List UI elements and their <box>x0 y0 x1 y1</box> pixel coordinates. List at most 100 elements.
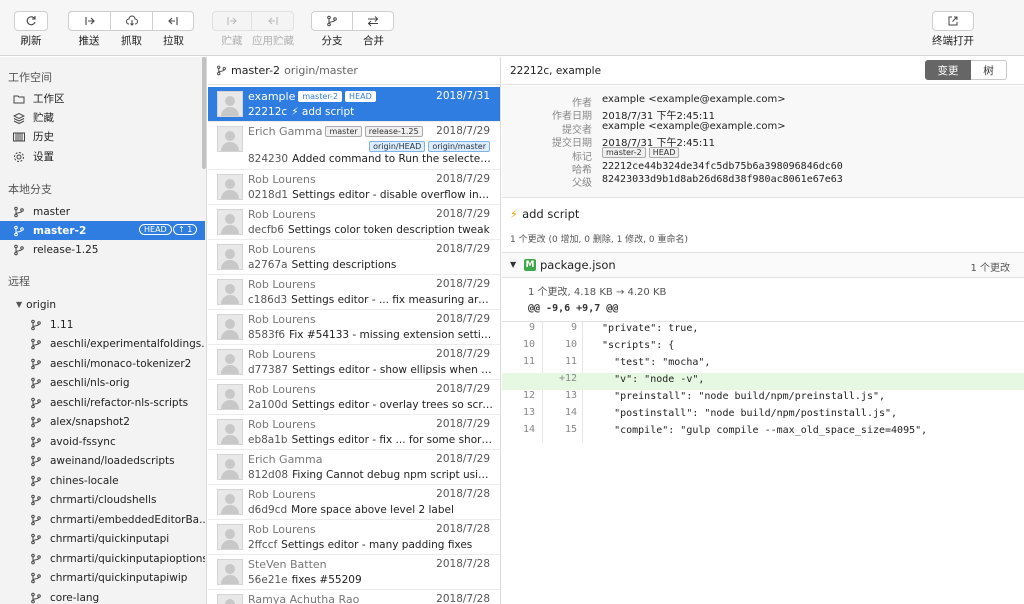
commit-row[interactable]: SteVen Batten 2018/7/28 56e21e fixes #55209 <box>208 555 500 590</box>
commit-date: 2018/7/29 <box>436 418 490 430</box>
tab-changes[interactable]: 变更 <box>925 60 971 80</box>
code-text: "preinstall": "node build/npm/preinstall… <box>590 391 886 402</box>
remote-branch-item[interactable]: chrmarti/quickinputapiwip <box>0 569 205 588</box>
branch-icon <box>31 455 41 467</box>
remote-branch-item[interactable]: chines-locale <box>0 471 205 490</box>
sidebar-scrollbar[interactable] <box>202 57 206 169</box>
commit-hash: 0218d1 <box>248 189 289 201</box>
remote-branch-item[interactable]: aeschli/refactor-nls-scripts <box>0 393 205 412</box>
commit-summary: 56e21e fixes #55209 <box>248 574 493 586</box>
ref-badge: release-1.25 <box>364 126 423 137</box>
commit-row[interactable]: Rob Lourens 2018/7/28 d6d9cd More space abo… <box>208 485 500 520</box>
open-terminal-button[interactable] <box>932 11 974 31</box>
avatar <box>217 91 243 117</box>
apply-stash-button[interactable] <box>252 11 294 31</box>
branch-name: master-2 <box>33 224 87 237</box>
branch-button[interactable] <box>311 11 353 31</box>
commit-row[interactable]: Rob Lourens 2018/7/29 eb8a1b Settings edito… <box>208 415 500 450</box>
commit-row[interactable]: Rob Lourens 2018/7/28 2ffccf Settings edito… <box>208 520 500 555</box>
current-branch: master-2 <box>231 64 281 77</box>
tag-badge: master-2 <box>602 146 646 158</box>
commit-row[interactable]: Rob Lourens 2018/7/29 0218d1 Settings edito… <box>208 170 500 205</box>
diff-line: 14 15 "compile": "gulp compile --max_old_… <box>502 424 1024 441</box>
sidebar-item-branch-release[interactable]: release-1.25 <box>0 240 205 259</box>
commit-header: Rob Lourens <box>248 243 316 256</box>
refresh-label: 刷新 <box>20 35 42 47</box>
commit-date: 2018/7/29 <box>436 125 490 137</box>
commit-row[interactable]: example master-2 HEAD 2018/7/31 22212c ⚡ add … <box>208 87 500 122</box>
remote-branch-item[interactable]: aeschli/monaco-tokenizer2 <box>0 354 205 373</box>
tab-tree[interactable]: 树 <box>971 60 1007 80</box>
sidebar: 工作空间 工作区 贮藏 历史 设置 本地分支 master master-2 H… <box>0 57 207 604</box>
new-line-number: 14 <box>564 407 577 418</box>
commit-summary: 22212c ⚡ add script <box>248 106 493 118</box>
folder-icon <box>13 95 25 103</box>
commit-header: Rob Lourens <box>248 383 316 396</box>
stash-button[interactable] <box>212 11 252 31</box>
meta-value: example <example@example.com> <box>602 94 786 105</box>
sidebar-item-label: 工作区 <box>33 93 65 105</box>
sidebar-item-settings[interactable]: 设置 <box>0 147 205 166</box>
disclosure-triangle-icon[interactable]: ▼ <box>510 260 516 269</box>
commit-row[interactable]: Rob Lourens 2018/7/29 8583f6 Fix #54133 - m… <box>208 310 500 345</box>
commit-row[interactable]: Rob Lourens 2018/7/29 d77387 Settings edito… <box>208 345 500 380</box>
diff-line-added: +12 "v": "node -v", <box>502 373 1024 390</box>
commit-date: 2018/7/29 <box>436 383 490 395</box>
avatar <box>217 209 243 235</box>
push-button[interactable] <box>68 11 110 31</box>
commit-row[interactable]: Erich Gamma 2018/7/29 812d08 Fixing Cannot … <box>208 450 500 485</box>
remote-origin[interactable]: ▼ origin <box>0 295 205 314</box>
remote-branch-item[interactable]: core-lang <box>0 588 205 604</box>
commit-author: SteVen Batten <box>248 558 327 571</box>
remote-branch-item[interactable]: aeschli/nls-orig <box>0 374 205 393</box>
file-header[interactable]: ▼ M package.json 1 个更改 <box>502 252 1024 278</box>
commit-row[interactable]: Rob Lourens 2018/7/29 decfb6 Settings color… <box>208 205 500 240</box>
commit-hash: 812d08 <box>248 469 289 481</box>
ref-badge: master-2 <box>298 91 343 102</box>
file-name: package.json <box>540 258 616 272</box>
remote-branch-item[interactable]: chrmarti/embeddedEditorBa... <box>0 510 205 529</box>
diff-line: 12 13 "preinstall": "node build/npm/prein… <box>502 390 1024 407</box>
sidebar-item-branch-master-2[interactable]: master-2 HEAD ↑ 1 <box>0 221 205 240</box>
remote-branch-item[interactable]: 1.11 <box>0 315 205 334</box>
remote-branch-item[interactable]: alex/snapshot2 <box>0 413 205 432</box>
commit-row[interactable]: Ramya Achutha Rao 2018/7/28 <box>208 590 500 604</box>
commit-summary: d77387 Settings editor - show ellipsis wh… <box>248 364 493 376</box>
remote-branch-item[interactable]: chrmarti/cloudshells <box>0 491 205 510</box>
remote-branch-item[interactable]: chrmarti/quickinputapioptions <box>0 549 205 568</box>
sidebar-item-stash[interactable]: 贮藏 <box>0 108 205 127</box>
pull-button[interactable] <box>153 11 194 31</box>
commit-row[interactable]: Rob Lourens 2018/7/29 2a100d Settings edito… <box>208 380 500 415</box>
commit-header: Rob Lourens <box>248 173 316 186</box>
sidebar-item-workspace[interactable]: 工作区 <box>0 89 205 108</box>
sidebar-item-history[interactable]: 历史 <box>0 127 205 146</box>
remote-branch-item[interactable]: chrmarti/quickinputapi <box>0 530 205 549</box>
ref-badge: master <box>325 126 362 137</box>
commit-hash: 2ffccf <box>248 539 278 551</box>
refresh-button[interactable] <box>14 11 48 31</box>
commit-row[interactable]: Rob Lourens 2018/7/29 a2767a Setting descri… <box>208 240 500 275</box>
remote-branch-item[interactable]: aweinand/loadedscripts <box>0 452 205 471</box>
branch-name: 1.11 <box>50 318 74 331</box>
commit-date: 2018/7/31 <box>436 90 490 102</box>
fetch-button[interactable] <box>111 11 152 31</box>
merge-button[interactable] <box>353 11 394 31</box>
ahead-badge: ↑ 1 <box>173 224 198 235</box>
commit-metadata: 作者 example <example@example.com> 作者日期 2018/… <box>502 86 1024 198</box>
refresh-icon <box>26 16 36 26</box>
commit-row[interactable]: Rob Lourens 2018/7/29 c186d3 Settings edito… <box>208 275 500 310</box>
commit-list: master-2 origin/master example master-2 HE… <box>208 57 501 604</box>
remote-name: origin <box>26 298 57 311</box>
commit-author: Rob Lourens <box>248 383 316 396</box>
commit-row[interactable]: Erich Gamma master release-1.25 2018/7/29 or… <box>208 122 500 170</box>
branch-name: master <box>33 205 71 218</box>
branch-name: avoid-fssync <box>50 435 116 448</box>
file-size-change: 1 个更改, 4.18 KB → 4.20 KB <box>528 287 667 298</box>
remote-branch-item[interactable]: avoid-fssync <box>0 432 205 451</box>
commit-hash: c186d3 <box>248 294 288 306</box>
new-line-number: 13 <box>564 390 577 401</box>
commit-summary: 824230 Added command to Run the selected … <box>248 153 493 165</box>
sidebar-item-branch-master[interactable]: master <box>0 202 205 221</box>
code-text: "postinstall": "node build/npm/postinsta… <box>590 408 898 419</box>
remote-branch-item[interactable]: aeschli/experimentalfoldings... <box>0 335 205 354</box>
